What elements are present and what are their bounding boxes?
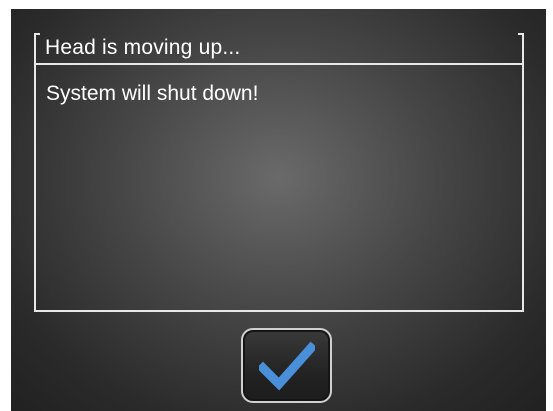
dialog-title: Head is moving up... xyxy=(45,36,241,59)
dialog-body: System will shut down! xyxy=(34,63,524,312)
device-screen: Head is moving up... System will shut do… xyxy=(11,9,546,411)
title-frame-right xyxy=(518,33,524,63)
confirm-button[interactable] xyxy=(241,328,332,403)
message-dialog: Head is moving up... System will shut do… xyxy=(34,33,524,312)
checkmark-icon xyxy=(259,341,315,391)
title-frame-left xyxy=(34,33,40,63)
dialog-message: System will shut down! xyxy=(46,82,259,105)
